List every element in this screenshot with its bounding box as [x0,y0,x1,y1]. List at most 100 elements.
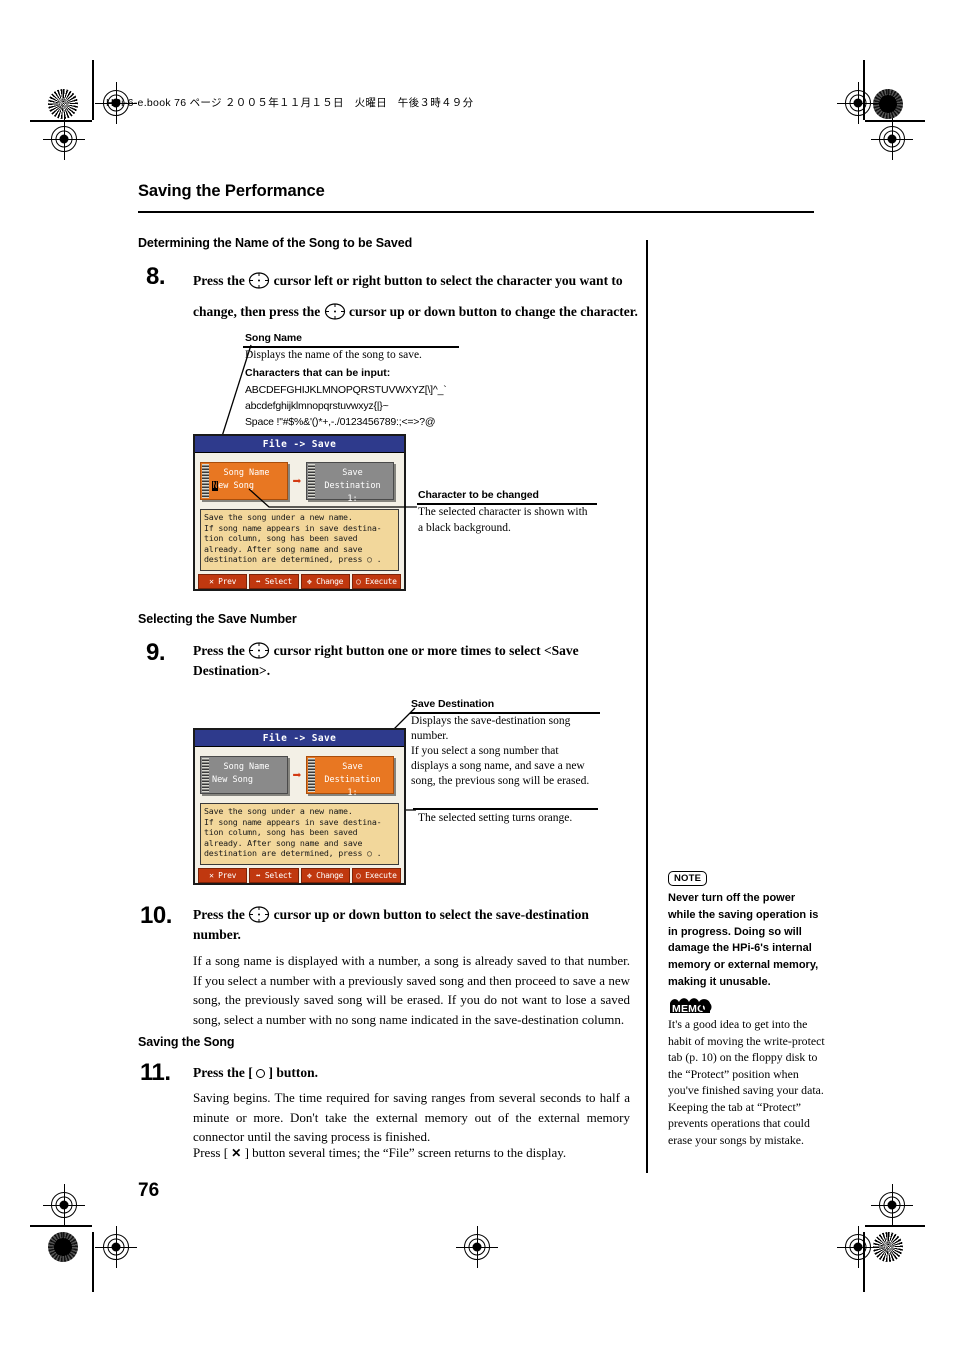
lcd-button-bar-2: ✕ Prev ⬌ Select ✥ Change ○ Execute [195,868,404,883]
lcd-message-line: destination are determined, press ○ . [204,848,382,859]
callout-title-save-destination: Save Destination [411,698,495,710]
step-10-suffix: cursor up or down button to select the s… [273,907,589,922]
callout-desc-song-name: Displays the name of the song to save. [245,349,422,361]
lcd-card-save-destination-2[interactable]: Save Destination 1: [306,756,394,798]
svg-text:MEMO: MEMO [672,1003,705,1015]
crop-line-bottom-right-vertical [863,1232,865,1292]
lcd-message-box-1: Save the song under a new name. If song … [200,509,399,571]
lcd-button-change-1[interactable]: ✥ Change [300,574,350,589]
registration-mark-bottom-right-inner [837,1226,879,1268]
crop-line-top-left-horizontal [30,120,92,122]
step-9-prefix: Press the [193,643,245,658]
crop-line-top-right-horizontal [865,120,925,122]
lcd-message-line: Save the song under a new name. [204,806,353,816]
lcd-screen-save-destination: File -> Save Song Name New Song ➡ Save D… [193,728,406,885]
step-9-suffix: cursor right button one or more times to… [273,643,579,658]
step-11-body-2-prefix: Press [ [193,1145,229,1160]
lcd-card-song-name-value-2: New Song [212,775,253,785]
step-8-line-2-suffix: cursor up or down button to change the c… [349,304,638,319]
section-heading-saving-the-song: Saving the Song [138,1035,235,1049]
callout-title-song-name: Song Name [245,332,302,344]
lcd-button-select-2[interactable]: ⬌ Select [249,868,299,883]
registration-star-top-left [48,89,78,119]
lcd-title-bar-1: File -> Save [195,436,404,453]
lcd-message-line: already. After song name and save [204,543,363,554]
step-11-body-2-suffix: ] button several times; the “File” scree… [244,1145,567,1160]
step-9-line-1: Press the cursor right button one or mor… [193,641,643,660]
lcd-message-line: already. After song name and save [204,837,363,848]
cursor-pad-icon [248,269,270,289]
lcd-arrow-icon-2: ➡ [292,765,302,784]
callout-desc-save-destination-line3: If you select a song number that [411,745,559,757]
callout-characters-line-1: ABCDEFGHIJKLMNOPQRSTUVWXYZ[\]^_` [245,384,447,396]
step-10-line-1: Press the cursor up or down button to se… [193,905,643,924]
lcd-message-line: tion column, song has been saved [204,533,358,544]
step-10-body: If a song name is displayed with a numbe… [193,953,630,1027]
lcd-button-change-2[interactable]: ✥ Change [300,868,350,883]
note-badge: NOTE [668,871,708,886]
registration-mark-bottom-left-inner [95,1226,137,1268]
lcd-title-bar-2: File -> Save [195,730,404,747]
circle-button-icon [256,1069,266,1078]
page-title: Saving the Performance [138,182,325,200]
memo-icon: MEMO [670,998,712,1015]
section-heading-determining-name: Determining the Name of the Song to be S… [138,236,413,250]
lcd-button-prev-2[interactable]: ✕ Prev [198,868,248,883]
callout-desc-save-destination-line5: song, the previous song will be erased. [411,775,590,787]
registration-mark-top-right-inner [837,82,879,124]
cursor-pad-icon [248,906,270,923]
step-11-suffix: ] button. [268,1065,319,1080]
registration-mark-bottom-center [456,1226,498,1268]
lcd-button-execute-2[interactable]: ○ Execute [351,868,401,883]
lcd-button-select-1[interactable]: ⬌ Select [249,574,299,589]
step-11-body-1: Saving begins. The time required for sav… [193,1090,630,1144]
lcd-card-song-name-2[interactable]: Song Name New Song [200,756,288,794]
registration-mark-right-lower [871,1184,913,1226]
crop-line-top-left-vertical [92,60,94,120]
lcd-card-row-2: Song Name New Song ➡ Save Destination 1: [195,747,404,803]
step-10-line-2: number. [193,927,241,942]
file-info-header: HPi-6-e.book 76 ページ ２００５年１１月１５日 火曜日 午後３時… [106,97,474,109]
lcd-button-bar-1: ✕ Prev ⬌ Select ✥ Change ○ Execute [195,574,404,589]
step-11-body-2: Press [ ✕ ] button several times; the “F… [193,1143,630,1164]
lcd-message-line: destination are determined, press ○ . [204,554,382,565]
cross-button-icon: ✕ [231,1146,242,1160]
step-8-line-1: Press the cursor left or right button to… [193,265,643,296]
lcd-card-save-dest-value-2: 1: [347,788,358,798]
callout-desc-save-destination-line4: displays a song name, and save a new [411,760,585,772]
callout-desc-character-changed-line1: The selected character is shown with [418,506,588,518]
step-8-line-2: change, then press the cursor up or down… [193,296,653,327]
page-title-rule [138,211,814,213]
registration-mark-left-upper [43,118,85,160]
callout-characters-line-2: abcdefghijklmnopqrstuvwxyz{|}~ [245,400,389,412]
lcd-message-line: Save the song under a new name. [204,512,353,522]
crop-line-bottom-left-vertical [92,1232,94,1292]
crop-line-top-right-vertical [863,60,865,120]
step-11-lead: Press the [ ] button. [193,1063,643,1082]
step-number-9: 9. [146,639,166,666]
registration-mark-left-lower [43,1184,85,1226]
step-10-prefix: Press the [193,907,245,922]
leader-line-character-changed [248,488,417,508]
lcd-button-execute-1[interactable]: ○ Execute [351,574,401,589]
lcd-card-save-dest-label-2: Save Destination [324,762,381,785]
cursor-pad-icon [324,300,346,320]
cursor-pad-icon [248,642,270,659]
spiral-binding-icon [202,464,209,498]
step-9-line-2: Destination>. [193,663,271,678]
section-heading-selecting-save-number: Selecting the Save Number [138,612,297,626]
lcd-message-line: If song name appears in save destina- [204,522,382,533]
lcd-message-line: If song name appears in save destina- [204,816,382,827]
lcd-message-line: tion column, song has been saved [204,827,358,838]
registration-mark-right-upper [871,118,913,160]
lcd-button-prev-1[interactable]: ✕ Prev [198,574,248,589]
callout-desc-character-changed-line2: a black background. [418,522,511,534]
step-number-10: 10. [140,902,172,929]
callout-label-characters-input: Characters that can be input: [245,367,391,379]
callout-characters-line-3: Space !"#$%&'()*+,-./0123456789:;<=>?@ [245,416,436,428]
callout-desc-save-destination-line2: number. [411,730,449,742]
spiral-binding-icon [202,758,209,792]
step-number-8: 8. [146,263,166,290]
step-number-11: 11. [140,1059,171,1086]
step-8-line-1-suffix: cursor left or right button to select th… [273,273,623,288]
